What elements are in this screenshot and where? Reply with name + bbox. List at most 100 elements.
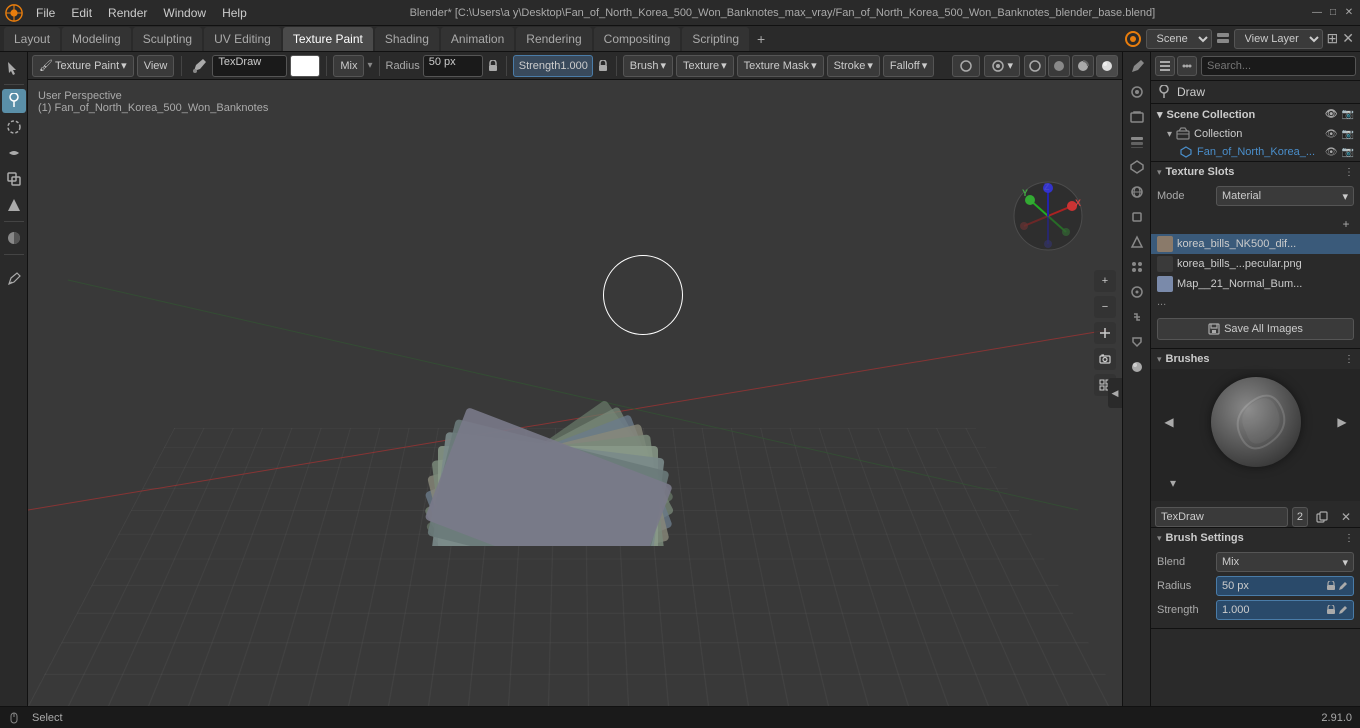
zoom-out-button[interactable]: − xyxy=(1094,296,1116,318)
properties-material-icon[interactable] xyxy=(1126,356,1148,378)
properties-active-tool-icon[interactable] xyxy=(1126,56,1148,78)
blend-value[interactable]: Mix ▾ xyxy=(1216,552,1354,572)
mode-value[interactable]: Material ▾ xyxy=(1216,186,1354,206)
tab-shading[interactable]: Shading xyxy=(375,27,439,51)
tab-rendering[interactable]: Rendering xyxy=(516,27,591,51)
texture-slots-header[interactable]: ▾ Texture Slots ⋮ xyxy=(1151,162,1360,182)
brushes-header[interactable]: ▾ Brushes ⋮ xyxy=(1151,349,1360,369)
properties-data-icon[interactable] xyxy=(1126,331,1148,353)
minimize-button[interactable]: — xyxy=(1310,6,1324,20)
blender-logo-icon[interactable] xyxy=(0,0,28,26)
solid-shading-button[interactable] xyxy=(1048,55,1070,77)
select-tool-button[interactable] xyxy=(2,56,26,80)
tab-uv-editing[interactable]: UV Editing xyxy=(204,27,281,51)
menu-render[interactable]: Render xyxy=(100,4,155,22)
object-item[interactable]: Fan_of_North_Korea_... 👁 📷 xyxy=(1151,143,1360,161)
tab-sculpting[interactable]: Sculpting xyxy=(133,27,202,51)
texture-mask-button[interactable]: Texture Mask ▾ xyxy=(737,55,824,77)
properties-modifiers-icon[interactable] xyxy=(1126,231,1148,253)
scene-selector[interactable]: Scene xyxy=(1146,29,1212,49)
texture-slot-1[interactable]: korea_bills_NK500_dif... xyxy=(1151,234,1360,254)
add-slot-button[interactable]: + xyxy=(1338,216,1354,232)
radius-input[interactable]: 50 px xyxy=(423,55,483,77)
properties-object-icon[interactable] xyxy=(1126,206,1148,228)
menu-edit[interactable]: Edit xyxy=(63,4,100,22)
camera-button[interactable] xyxy=(1094,348,1116,370)
tab-scripting[interactable]: Scripting xyxy=(682,27,749,51)
material-shading-button[interactable] xyxy=(1072,55,1094,77)
collection-eye-icon[interactable]: 👁 xyxy=(1325,129,1338,140)
brush-settings-header[interactable]: ▾ Brush Settings ⋮ xyxy=(1151,528,1360,548)
scene-collection-header[interactable]: ▾ Scene Collection 👁 📷 xyxy=(1151,104,1360,125)
properties-view-layer-icon[interactable] xyxy=(1126,131,1148,153)
brush-name-input[interactable]: TexDraw xyxy=(212,55,287,77)
close-button[interactable]: ✕ xyxy=(1342,6,1356,20)
add-workspace-button[interactable]: + xyxy=(751,29,771,49)
texture-selector-button[interactable]: Texture ▾ xyxy=(676,55,734,77)
properties-world-icon[interactable] xyxy=(1126,181,1148,203)
rendered-shading-button[interactable] xyxy=(1096,55,1118,77)
overlay-button[interactable]: ▾ xyxy=(984,55,1020,77)
tab-compositing[interactable]: Compositing xyxy=(594,27,681,51)
pan-button[interactable] xyxy=(1094,322,1116,344)
smear-tool-button[interactable] xyxy=(2,141,26,165)
mask-tool-button[interactable] xyxy=(2,226,26,250)
strength-lock-icon[interactable] xyxy=(596,59,610,73)
color-swatch[interactable] xyxy=(290,55,320,77)
object-eye-icon[interactable]: 👁 xyxy=(1325,147,1338,158)
stroke-button[interactable]: Stroke ▾ xyxy=(827,55,880,77)
save-all-images-button[interactable]: Save All Images xyxy=(1157,318,1354,340)
brush-delete-button[interactable]: ✕ xyxy=(1336,507,1356,527)
view-layer-selector[interactable]: View Layer xyxy=(1234,29,1323,49)
fullscreen-button[interactable]: ✕ xyxy=(1342,30,1354,47)
strength-value-settings[interactable]: 1.000 xyxy=(1216,600,1354,620)
falloff-button[interactable]: Falloff ▾ xyxy=(883,55,934,77)
object-camera-icon[interactable]: 📷 xyxy=(1342,147,1354,158)
menu-file[interactable]: File xyxy=(28,4,63,22)
tab-animation[interactable]: Animation xyxy=(441,27,514,51)
panel-options-button[interactable] xyxy=(1177,56,1197,76)
panel-list-view-button[interactable] xyxy=(1155,56,1175,76)
maximize-button[interactable]: □ xyxy=(1326,6,1340,20)
tab-texture-paint[interactable]: Texture Paint xyxy=(283,27,373,51)
window-options-button[interactable]: ⊞ xyxy=(1327,30,1339,47)
collection-item[interactable]: ▾ Collection 👁 📷 xyxy=(1151,125,1360,143)
soften-tool-button[interactable] xyxy=(2,115,26,139)
navigation-widget[interactable]: X Y Z xyxy=(1012,180,1084,252)
collection-camera-icon[interactable]: 📷 xyxy=(1342,129,1354,140)
texture-paint-mode-button[interactable]: 🖌 Texture Paint ▾ xyxy=(32,55,134,77)
clone-tool-button[interactable] xyxy=(2,167,26,191)
annotate-tool-button[interactable] xyxy=(2,267,26,291)
radius-value-settings[interactable]: 50 px xyxy=(1216,576,1354,596)
brush-selector-button[interactable]: Brush ▾ xyxy=(623,55,673,77)
blend-mode-button[interactable]: Mix xyxy=(333,55,364,77)
properties-particles-icon[interactable] xyxy=(1126,256,1148,278)
brushes-more-icon[interactable]: ⋮ xyxy=(1344,354,1354,365)
properties-output-icon[interactable] xyxy=(1126,106,1148,128)
brush-number[interactable]: 2 xyxy=(1292,507,1308,527)
texture-slot-3[interactable]: Map__21_Normal_Bum... xyxy=(1151,274,1360,294)
brush-name-display[interactable]: TexDraw xyxy=(1155,507,1288,527)
brush-settings-more-icon[interactable]: ⋮ xyxy=(1344,533,1354,544)
brush-arrow-right-button[interactable]: ▶ xyxy=(1332,412,1352,432)
draw-tool-button[interactable] xyxy=(2,89,26,113)
menu-help[interactable]: Help xyxy=(214,4,255,22)
wireframe-shading-button[interactable] xyxy=(1024,55,1046,77)
texture-slots-more-icon[interactable]: ⋮ xyxy=(1344,167,1354,178)
viewport[interactable]: User Perspective (1) Fan_of_North_Korea_… xyxy=(28,80,1122,706)
toggle-right-panel-button[interactable]: ◀ xyxy=(1108,378,1122,408)
properties-physics-icon[interactable] xyxy=(1126,281,1148,303)
panel-search-input[interactable] xyxy=(1201,56,1356,76)
brush-copy-button[interactable] xyxy=(1312,507,1332,527)
strength-value[interactable]: 1.000 xyxy=(560,60,588,72)
radius-lock-icon[interactable] xyxy=(486,59,500,73)
texture-slot-2[interactable]: korea_bills_...pecular.png xyxy=(1151,254,1360,274)
zoom-in-button[interactable]: + xyxy=(1094,270,1116,292)
menu-window[interactable]: Window xyxy=(155,4,214,22)
properties-render-icon[interactable] xyxy=(1126,81,1148,103)
outliner-eye-icon[interactable]: 👁 xyxy=(1325,109,1338,120)
brush-arrow-left-button[interactable]: ◀ xyxy=(1159,412,1179,432)
viewport-shading-button[interactable] xyxy=(952,55,980,77)
tab-modeling[interactable]: Modeling xyxy=(62,27,131,51)
view-menu-button[interactable]: View xyxy=(137,55,175,77)
